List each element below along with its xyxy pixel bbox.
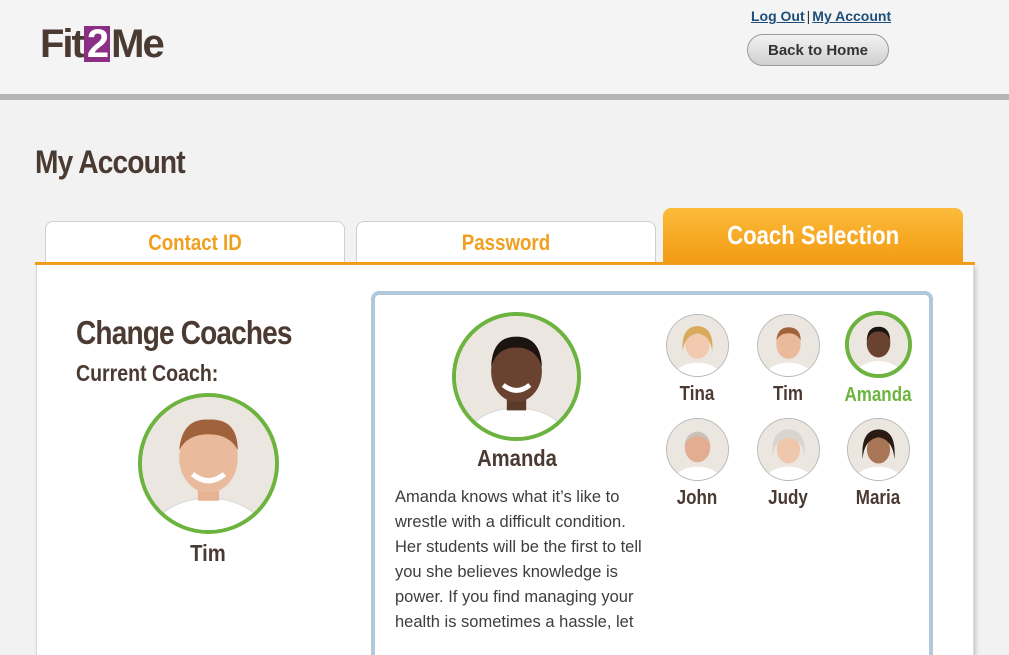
coach-photo bbox=[756, 314, 820, 377]
account-links: Log Out | My Account bbox=[751, 8, 891, 24]
coach-name: Tim bbox=[773, 383, 803, 405]
coach-name: Amanda bbox=[844, 384, 912, 406]
coach-photo bbox=[665, 418, 729, 481]
site-header: Fit 2 Me Log Out | My Account Back to Home bbox=[0, 0, 1009, 100]
tab-label: Contact ID bbox=[148, 230, 242, 255]
back-to-home-button[interactable]: Back to Home bbox=[747, 34, 889, 66]
selected-coach-name: Amanda bbox=[477, 445, 557, 471]
logout-link[interactable]: Log Out bbox=[751, 8, 805, 24]
coach-name: Tina bbox=[679, 383, 715, 405]
coach-option-judy[interactable]: Judy bbox=[748, 418, 828, 510]
page-title: My Account bbox=[35, 144, 186, 180]
coach-name: Judy bbox=[768, 487, 808, 509]
coach-photo bbox=[665, 314, 729, 377]
current-coach-photo bbox=[138, 393, 279, 534]
selected-coach-bio: Amanda knows what it’s like to wrestle w… bbox=[395, 488, 642, 631]
tab-contact-id[interactable]: Contact ID bbox=[45, 221, 345, 263]
tab-coach-selection[interactable]: Coach Selection bbox=[663, 208, 963, 264]
coach-photo bbox=[756, 418, 820, 481]
fit2me-logo[interactable]: Fit 2 Me bbox=[40, 22, 165, 66]
change-coaches-heading: Change Coaches bbox=[76, 314, 293, 351]
coach-name: John bbox=[676, 487, 718, 509]
coach-option-john[interactable]: John bbox=[657, 418, 737, 510]
tab-label: Coach Selection bbox=[727, 220, 899, 250]
coach-photo bbox=[846, 418, 910, 481]
selected-coach-photo bbox=[452, 312, 581, 441]
coach-option-tina[interactable]: Tina bbox=[657, 314, 737, 406]
coach-option-tim[interactable]: Tim bbox=[748, 314, 828, 406]
coach-name: Maria bbox=[855, 487, 901, 509]
coach-option-maria[interactable]: Maria bbox=[838, 418, 918, 510]
current-coach-label: Current Coach: bbox=[76, 360, 219, 386]
link-separator: | bbox=[806, 8, 811, 24]
logo-text-fit: Fit bbox=[40, 22, 85, 66]
tab-label: Password bbox=[461, 230, 551, 255]
logo-text-me: Me bbox=[111, 22, 165, 66]
tab-password[interactable]: Password bbox=[356, 221, 656, 263]
coach-option-amanda[interactable]: Amanda bbox=[838, 311, 918, 407]
coach-photo bbox=[844, 311, 912, 378]
current-coach-name: Tim bbox=[190, 540, 226, 566]
logo-text-2: 2 bbox=[83, 24, 111, 64]
my-account-link[interactable]: My Account bbox=[812, 8, 891, 24]
